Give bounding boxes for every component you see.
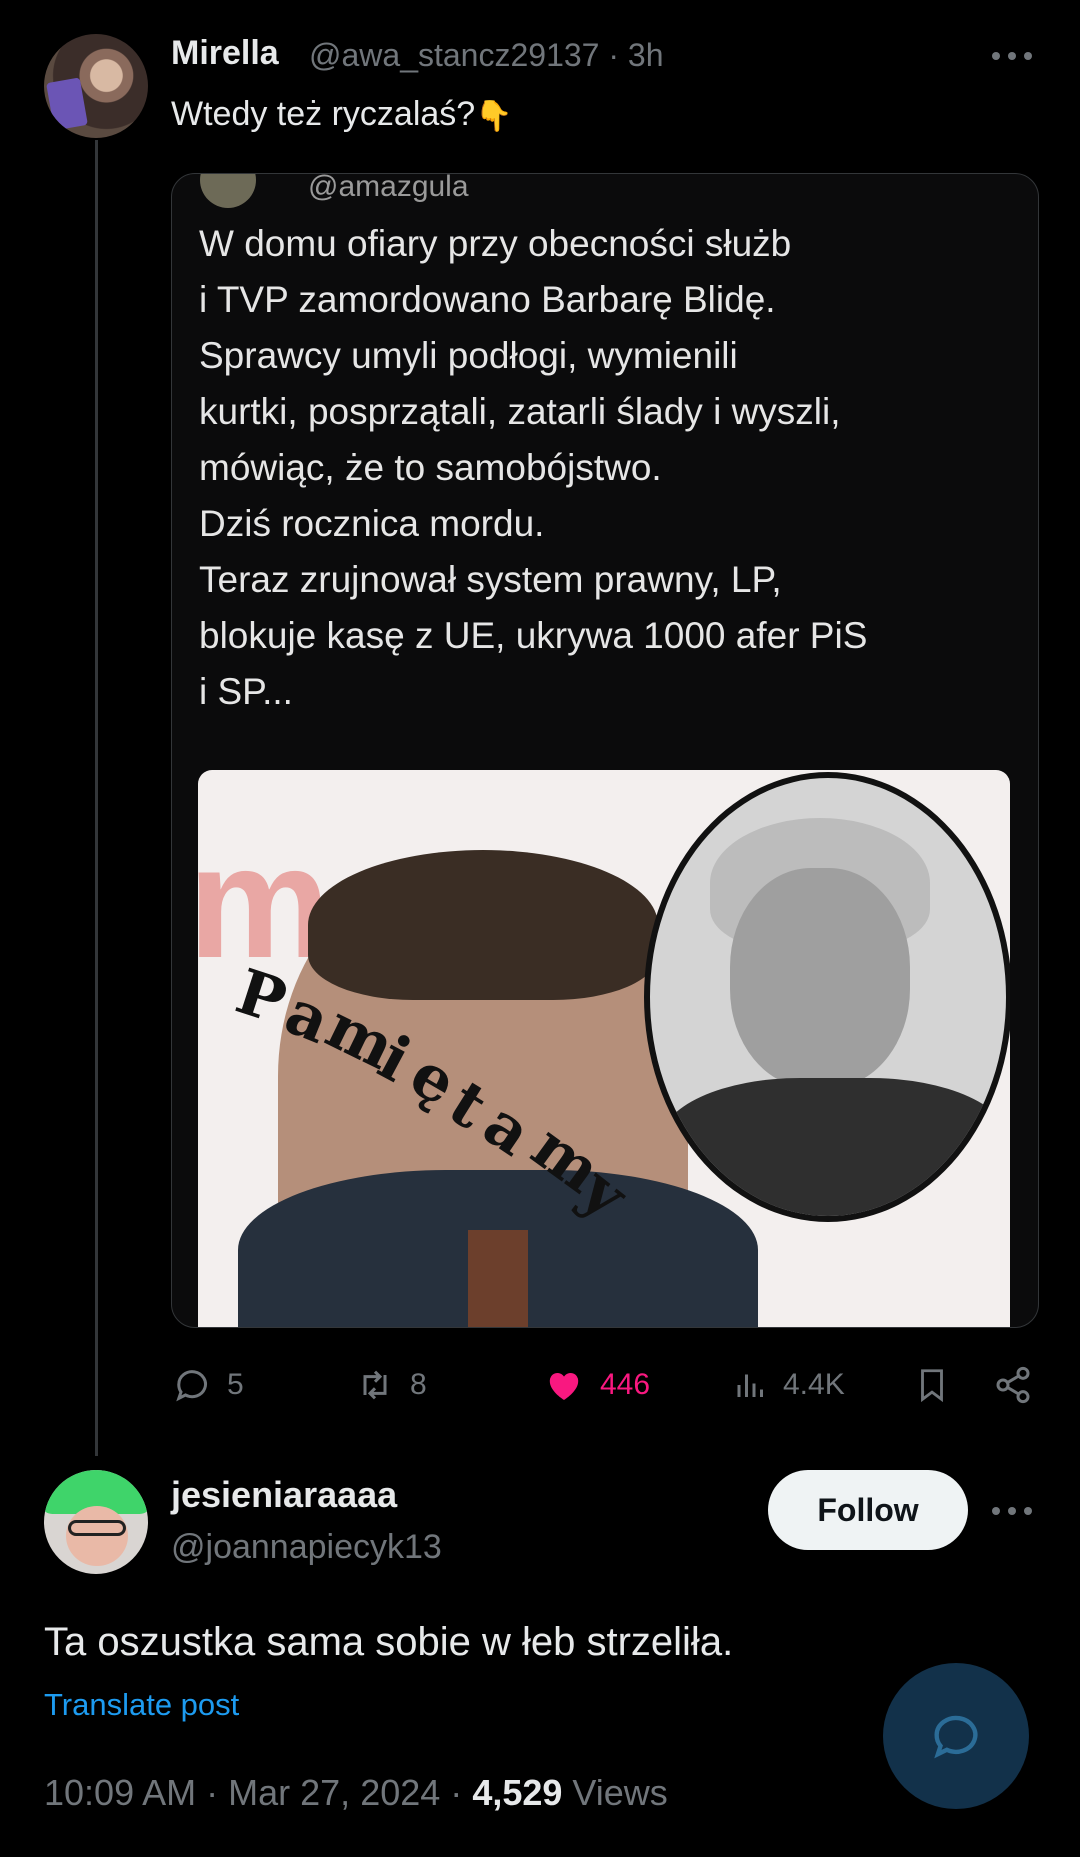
- author-name[interactable]: Mirella: [171, 34, 279, 73]
- more-icon[interactable]: [992, 1501, 1036, 1521]
- quoted-avatar: [200, 174, 256, 208]
- post-date[interactable]: Mar 27, 2024: [228, 1772, 440, 1813]
- like-icon: [549, 1373, 579, 1400]
- thread-connector-line: [95, 140, 98, 1456]
- meta-separator: ·: [450, 1772, 463, 1813]
- post-time[interactable]: 10:09 AM: [44, 1772, 196, 1813]
- post-time[interactable]: 3h: [628, 37, 664, 73]
- reply-icon: [176, 1370, 207, 1402]
- quoted-handle: @amazgula: [308, 173, 469, 203]
- views-action[interactable]: 4.4K: [733, 1363, 845, 1407]
- quoted-text: W domu ofiary przy obecności służb i TVP…: [199, 223, 868, 712]
- views-total[interactable]: 4,529: [472, 1772, 562, 1813]
- repost-icon: [363, 1370, 387, 1400]
- repost-action[interactable]: 8: [354, 1363, 427, 1407]
- image-watermark: P a m i ę t a m y: [228, 955, 758, 1233]
- bookmark-icon: [921, 1369, 943, 1403]
- author-handle[interactable]: @awa_stancz29137: [309, 37, 599, 73]
- tweet-text: Wtedy też ryczalaś?👇: [171, 95, 513, 134]
- more-icon[interactable]: [992, 46, 1036, 66]
- reply-text: Ta oszustka sama sobie w łeb strzeliła.: [44, 1620, 734, 1664]
- share-action[interactable]: [993, 1363, 1033, 1407]
- views-label: Views: [572, 1772, 668, 1813]
- like-action[interactable]: 446: [542, 1363, 650, 1407]
- avatar-face: [66, 1506, 128, 1566]
- reply-count: 5: [227, 1368, 244, 1401]
- avatar-mirella[interactable]: [44, 34, 148, 138]
- bookmark-action[interactable]: [913, 1363, 951, 1407]
- views-count: 4.4K: [783, 1368, 845, 1401]
- follow-button[interactable]: Follow: [768, 1470, 968, 1550]
- author-meta: @awa_stancz29137 · 3h: [309, 37, 663, 74]
- pointing-down-emoji-icon: 👇: [475, 99, 513, 133]
- like-count: 446: [600, 1368, 651, 1401]
- avatar-glasses: [68, 1520, 126, 1536]
- quoted-post-card[interactable]: @amazgula W domu ofiary przy obecności s…: [171, 173, 1039, 1328]
- meta-separator: ·: [206, 1772, 219, 1813]
- avatar-phone-case: [46, 77, 88, 131]
- reply-action[interactable]: 5: [173, 1363, 244, 1407]
- views-icon: [737, 1374, 763, 1397]
- compose-reply-icon: [934, 1715, 978, 1759]
- image-man-tie: [468, 1230, 528, 1327]
- avatar-jesieniaraaaa[interactable]: [44, 1470, 148, 1574]
- share-icon: [996, 1366, 1030, 1404]
- translate-post-link[interactable]: Translate post: [44, 1687, 239, 1723]
- reply-author-name[interactable]: jesieniaraaaa: [171, 1474, 397, 1516]
- tweet-text-body: Wtedy też ryczalaś?: [171, 95, 476, 133]
- compose-reply-button[interactable]: [883, 1663, 1029, 1809]
- quoted-image[interactable]: mer P a m i ę t a m y: [198, 770, 1010, 1327]
- post-timestamp: 10:09 AM · Mar 27, 2024 · 4,529 Views: [44, 1772, 668, 1814]
- repost-count: 8: [410, 1368, 427, 1401]
- meta-separator: ·: [608, 37, 619, 73]
- reply-author-handle[interactable]: @joannapiecyk13: [171, 1528, 442, 1567]
